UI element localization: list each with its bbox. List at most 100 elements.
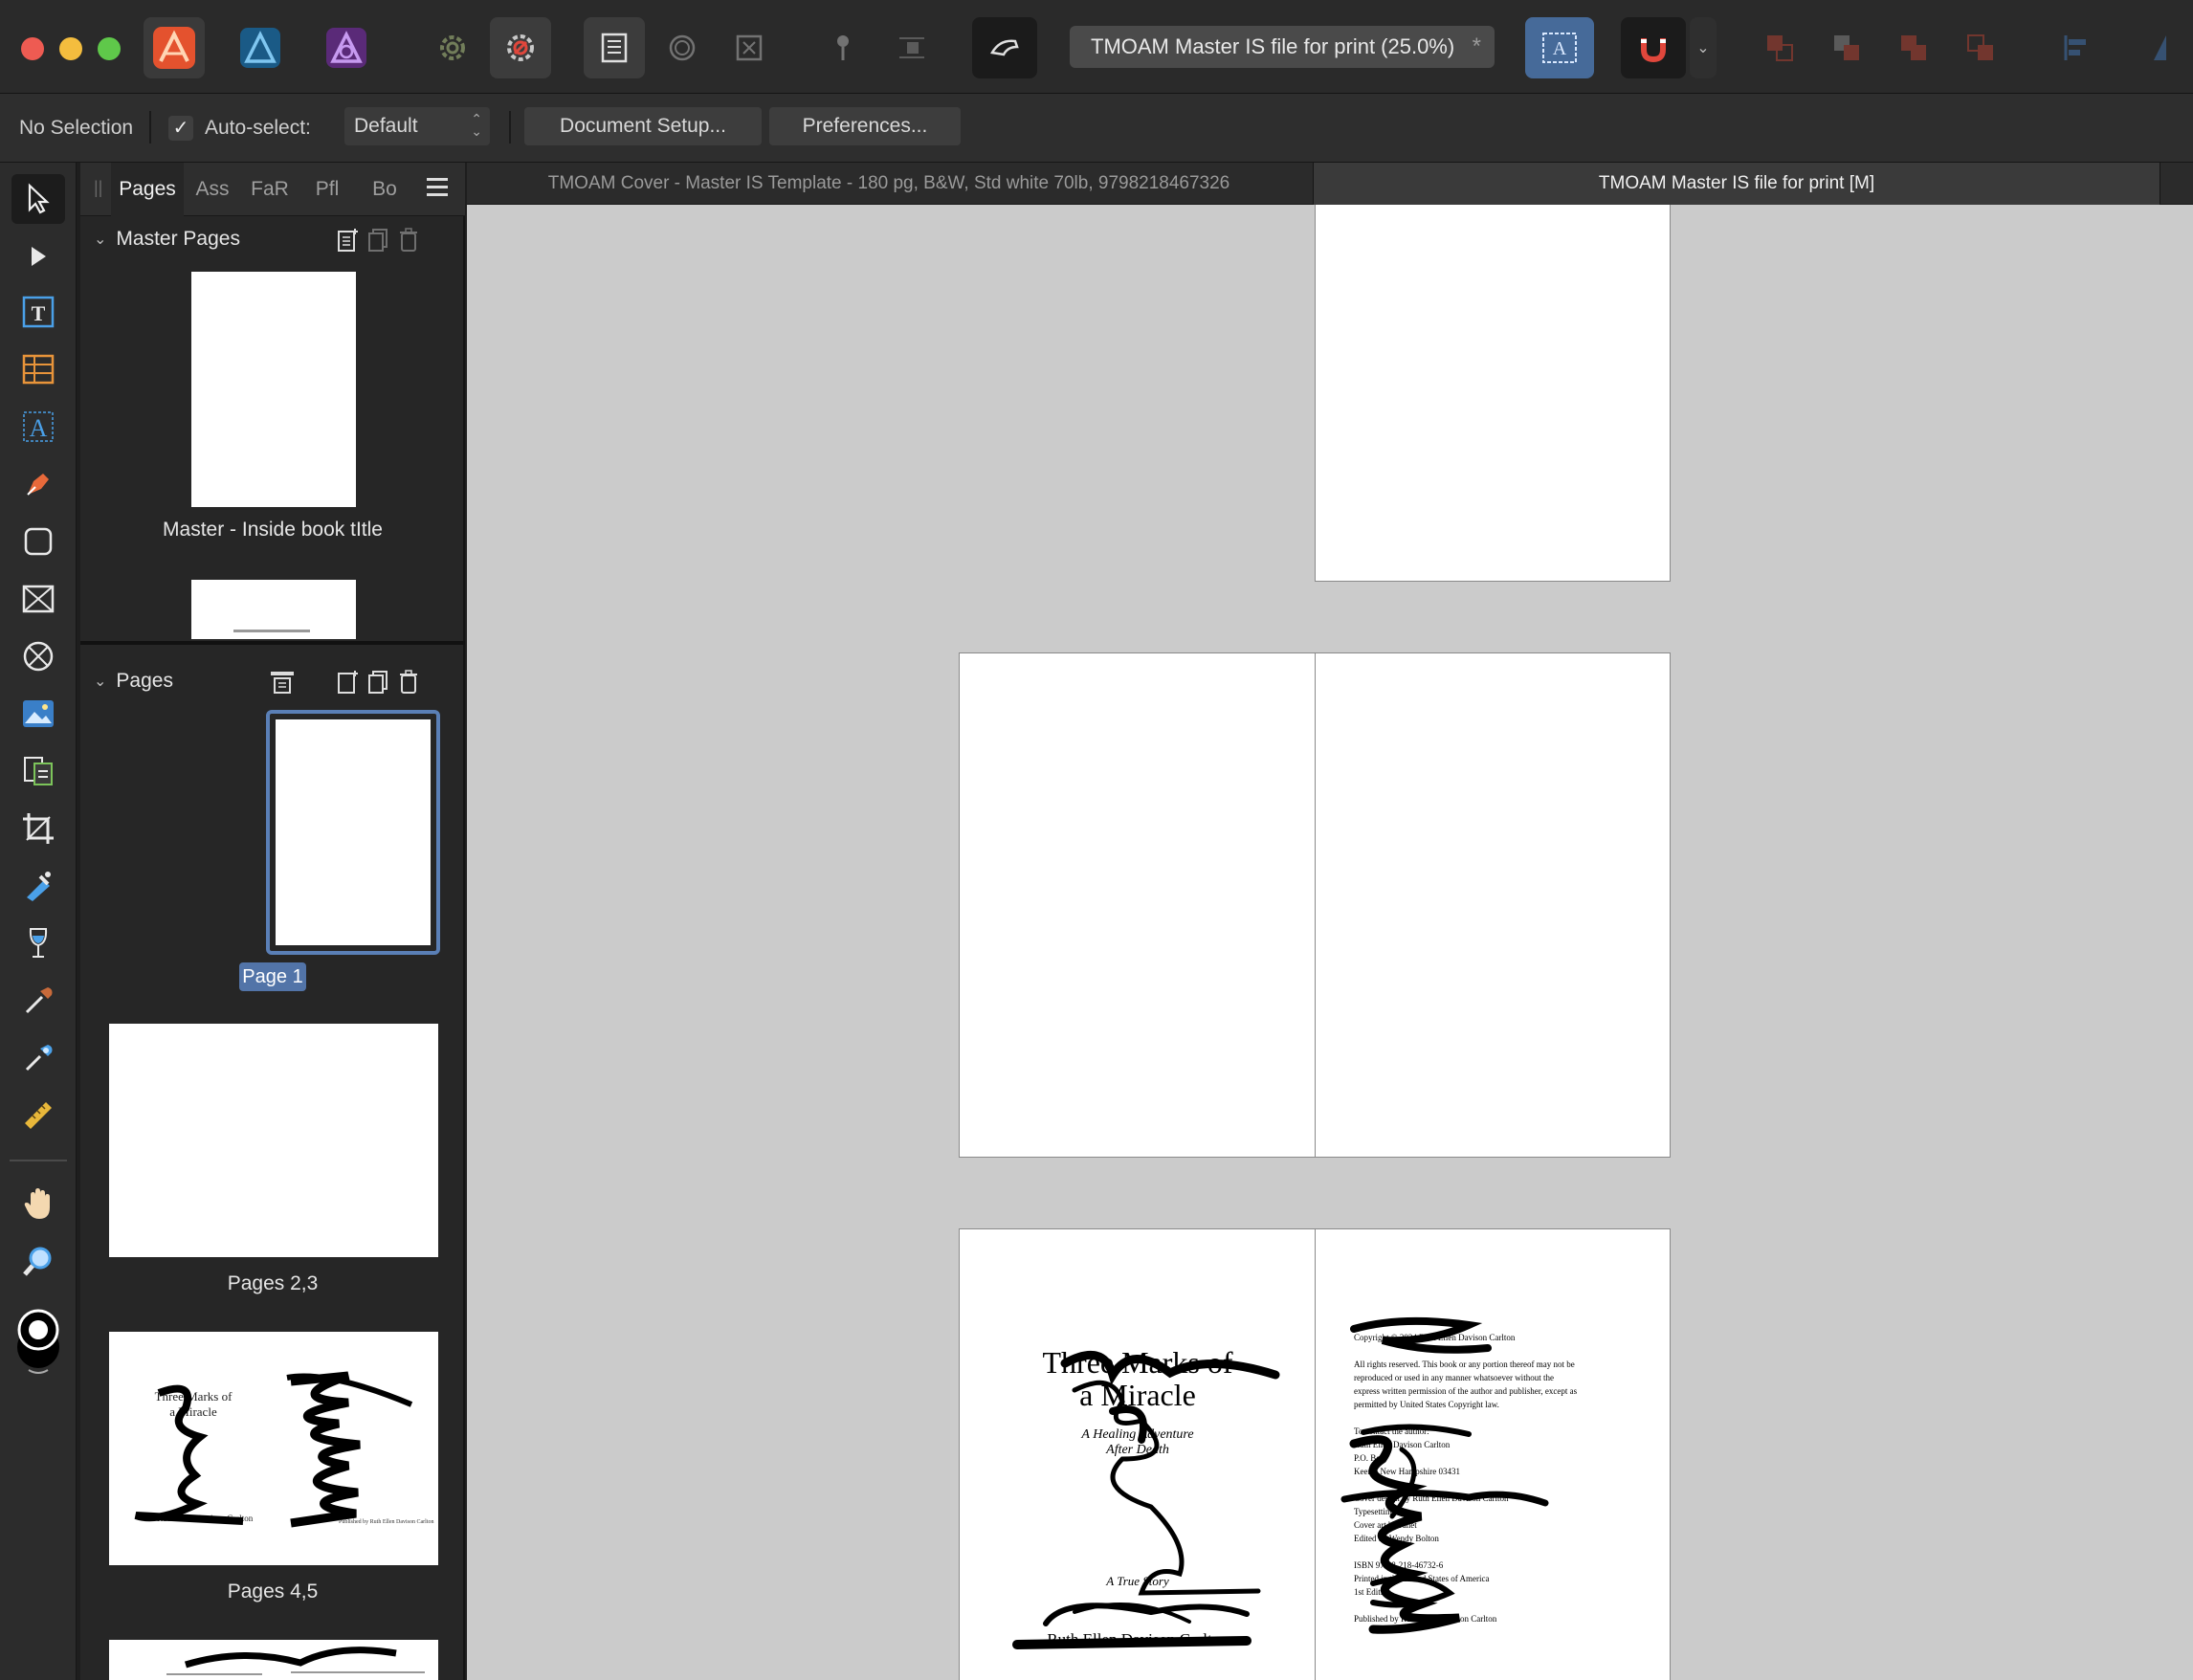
master-page-thumbnail[interactable] [191, 272, 356, 507]
table-tool[interactable] [11, 344, 65, 394]
panel-grip-icon[interactable]: || [94, 178, 102, 198]
fill-stroke-swatch-icon [17, 1309, 59, 1374]
ellipse-frame-icon [23, 641, 54, 672]
frame-text-icon: T [22, 296, 55, 328]
photo-persona-icon [326, 28, 366, 68]
resource-tool[interactable] [11, 746, 65, 796]
artistic-text-tool[interactable]: A [11, 402, 65, 452]
preferences-button[interactable]: Preferences... [769, 107, 961, 145]
rectangle-tool[interactable] [11, 517, 65, 566]
master-page-thumbnail-2[interactable] [191, 580, 356, 639]
pages-2-3-thumbnail[interactable] [109, 1024, 438, 1257]
view-tool[interactable] [11, 1179, 65, 1228]
document-setup-button[interactable]: Document Setup... [524, 107, 762, 145]
flip-icon [2154, 35, 2166, 60]
page-1-selection[interactable] [266, 710, 440, 955]
page-3[interactable] [1315, 652, 1671, 1158]
add-page-icon[interactable] [333, 668, 362, 696]
tab-master-document[interactable]: TMOAM Master IS file for print [M] [1313, 163, 2160, 205]
page-1[interactable] [1315, 205, 1671, 582]
hyphenation-button[interactable] [972, 17, 1037, 78]
tab-assets[interactable]: Ass [186, 163, 239, 216]
panel-menu-icon[interactable] [427, 178, 448, 196]
snapping-options-chevron-icon[interactable]: ⌄ [1690, 17, 1717, 78]
color-picker-tool[interactable] [11, 976, 65, 1026]
tab-find-replace[interactable]: FaR [243, 163, 297, 216]
autoselect-dropdown[interactable]: Default ⌃ ⌄ [344, 107, 490, 145]
hand-icon [24, 1188, 50, 1219]
pen-tool[interactable] [11, 459, 65, 509]
page-5-copyright-page[interactable]: Copyright © 2024 Ruth Ellen Davison Carl… [1315, 1228, 1671, 1680]
add-master-page-icon[interactable] [333, 226, 362, 254]
preflight-button[interactable] [490, 17, 551, 78]
apply-master-icon[interactable] [268, 668, 297, 696]
publisher-persona-button[interactable] [144, 17, 205, 78]
align-left-icon [2064, 35, 2086, 60]
tab-pages[interactable]: Pages [111, 163, 184, 216]
toolbar-divider [509, 111, 511, 144]
zoom-tool[interactable] [11, 1236, 65, 1286]
section-splitter[interactable] [80, 641, 465, 645]
tab-preflight[interactable]: Pfl [300, 163, 354, 216]
designer-persona-button[interactable] [230, 17, 291, 78]
arrange-front-button[interactable] [1958, 17, 2004, 78]
ellipse-frame-tool[interactable] [11, 631, 65, 681]
page-4-title-page[interactable]: Three Marks of a Miracle A Healing Adven… [959, 1228, 1316, 1680]
picker-tool[interactable] [11, 1033, 65, 1083]
crop-tool[interactable] [11, 804, 65, 853]
tab-preflight-label: Pfl [315, 178, 340, 200]
arrange-forward-button[interactable] [1891, 17, 1937, 78]
tab-cover-document-label: TMOAM Cover - Master IS Template - 180 p… [547, 173, 1230, 193]
color-swatch[interactable] [13, 1309, 63, 1374]
frame-text-tool[interactable]: T [11, 287, 65, 337]
studio-panel: || Pages Ass FaR Pfl Bo ⌄ Master Pages M… [80, 163, 465, 1680]
trash-icon[interactable] [394, 226, 423, 254]
pages-title: Pages [116, 670, 173, 692]
transparency-tool[interactable] [11, 918, 65, 968]
minimize-window-button[interactable] [59, 37, 82, 60]
pin-button[interactable] [819, 17, 867, 78]
pages-header[interactable]: ⌄ Pages [80, 658, 465, 704]
trash-icon[interactable] [394, 668, 423, 696]
move-tool[interactable] [11, 174, 65, 224]
master-pages-header[interactable]: ⌄ Master Pages [80, 216, 465, 262]
fill-tool[interactable] [11, 861, 65, 911]
place-image-tool[interactable] [11, 689, 65, 739]
studio-tabs: || Pages Ass FaR Pfl Bo [80, 163, 465, 216]
snapping-button[interactable] [1621, 17, 1686, 78]
photo-persona-button[interactable] [316, 17, 377, 78]
move-forward-icon [1901, 35, 1926, 60]
measure-tool[interactable] [11, 1091, 65, 1140]
document-canvas[interactable]: Three Marks of a Miracle A Healing Adven… [467, 205, 2193, 1680]
transform-button[interactable] [2143, 17, 2189, 78]
arrange-backward-button[interactable] [1824, 17, 1870, 78]
close-window-button[interactable] [21, 37, 44, 60]
duplicate-page-icon[interactable] [364, 668, 392, 696]
zoom-window-button[interactable] [98, 37, 121, 60]
pages-6-7-thumbnail[interactable] [109, 1640, 438, 1680]
node-tool[interactable] [11, 232, 65, 281]
autoselect-checkbox[interactable]: ✓ [168, 116, 193, 141]
publisher-persona-icon [153, 27, 195, 69]
view-mode-normal-button[interactable] [584, 17, 645, 78]
text-frame-button[interactable]: A [1525, 17, 1594, 78]
gear-icon[interactable] [429, 17, 476, 78]
text-wrap-button[interactable] [888, 17, 936, 78]
arrange-back-button[interactable] [1757, 17, 1803, 78]
move-backward-icon [1834, 35, 1859, 60]
modified-indicator: * [1472, 33, 1481, 59]
align-button[interactable] [2053, 17, 2099, 78]
clip-view-button[interactable] [725, 17, 773, 78]
picture-frame-icon [22, 585, 55, 613]
tab-cover-document[interactable]: TMOAM Cover - Master IS Template - 180 p… [467, 163, 1311, 205]
table-icon [22, 354, 55, 385]
pages-4-5-thumbnail[interactable]: Three Marks of a Miracle Ruth Ellen Davi… [109, 1332, 438, 1565]
duplicate-master-icon[interactable] [364, 226, 392, 254]
picture-frame-tool[interactable] [11, 574, 65, 624]
document-setup-label: Document Setup... [560, 115, 726, 137]
tab-find-replace-label: FaR [251, 178, 289, 200]
document-title-field[interactable]: TMOAM Master IS file for print (25.0%) * [1070, 26, 1495, 68]
page-2[interactable] [959, 652, 1316, 1158]
tab-bookmarks[interactable]: Bo [358, 163, 411, 216]
bleed-view-button[interactable] [658, 17, 706, 78]
